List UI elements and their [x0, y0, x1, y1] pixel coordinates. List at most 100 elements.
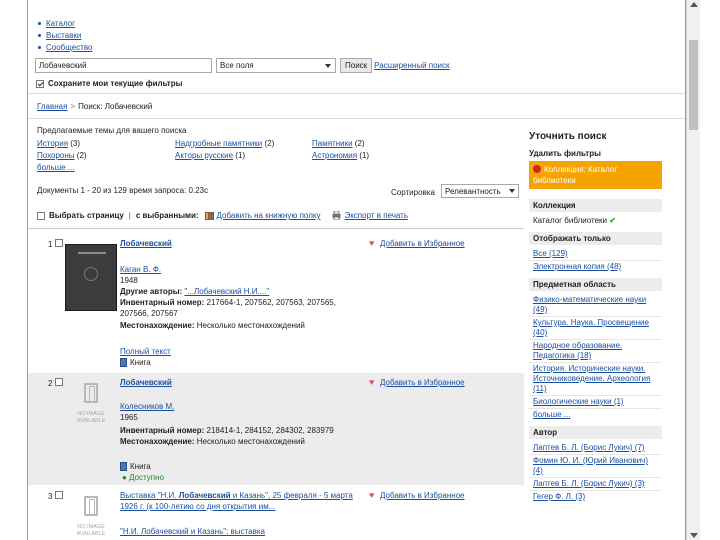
facet-item[interactable]: Все (129) [529, 248, 662, 261]
location-value: Несколько местонахождений [196, 437, 305, 446]
result-year: 1948 [120, 276, 138, 285]
remove-filter-icon[interactable] [533, 165, 541, 173]
topic-link[interactable]: История [37, 139, 68, 148]
advanced-search-link[interactable]: Расширенный поиск [374, 61, 449, 70]
facet-author: Автор Лаптев Б. Л. (Борис Лукич) (7) Фом… [529, 426, 662, 503]
inventory-value: 217664-1, 207562, 207563, 207565, [206, 298, 336, 307]
add-to-shelf-link[interactable]: Добавить на книжную полку [217, 211, 321, 220]
series-title-link[interactable]: "Н.И. Лобачевский и Казань": выставка [120, 527, 265, 536]
remove-filters-title: Удалить фильтры [529, 149, 601, 158]
format-row: Книга [120, 358, 151, 367]
result-checkbox[interactable] [55, 491, 63, 499]
facet-item[interactable]: Каталог библиотеки ✔ [529, 215, 662, 227]
fulltext-link[interactable]: Полный текст [120, 347, 171, 356]
scroll-thumb[interactable] [689, 40, 698, 130]
facet-item[interactable]: Фомин Ю. И. (Юрий Иванович) (4) [529, 455, 662, 478]
location-row: Местонахождение: Несколько местонахожден… [120, 321, 305, 330]
add-favorite-label[interactable]: Добавить в Избранное [380, 378, 465, 387]
facet-item[interactable]: Биологические науки (1) [529, 396, 662, 409]
add-favorite-button[interactable]: ♥ Добавить в Избранное [369, 378, 465, 388]
result-year: 1965 [120, 413, 138, 422]
facet-item[interactable]: Лаптев Б. Л. (Борис Лукич) (7) [529, 442, 662, 455]
result-number: 1 [48, 240, 53, 249]
add-favorite-label[interactable]: Добавить в Избранное [380, 239, 465, 248]
with-selected-label: с выбранными: [135, 211, 199, 220]
scroll-up-arrow-icon[interactable] [690, 2, 698, 7]
no-image-label: NO IMAGE AVAILABLE [76, 524, 106, 537]
export-print-link[interactable]: Экспорт в печать [344, 211, 408, 220]
nav-item-catalog[interactable]: Каталог [36, 18, 92, 30]
result-checkbox[interactable] [55, 378, 63, 386]
facet-item[interactable]: Физико-математические науки (49) [529, 294, 662, 317]
search-button[interactable]: Поиск [340, 58, 373, 73]
facet-heading: Отображать только [529, 232, 662, 245]
book-cover-image[interactable] [65, 244, 117, 311]
facet-item[interactable]: Народное образование. Педагогика (18) [529, 340, 662, 363]
breadcrumb-home[interactable]: Главная [37, 102, 67, 111]
result-number: 3 [48, 492, 53, 501]
result-checkbox[interactable] [55, 239, 63, 247]
result-title-link[interactable]: Лобачевский [120, 378, 172, 387]
result-item: 2 NO IMAGE AVAILABLE Лобачевский ♥ Добави… [28, 373, 524, 485]
select-page-checkbox[interactable] [37, 211, 45, 220]
topic-count: (2) [264, 139, 275, 148]
refine-title: Уточнить поиск [529, 131, 607, 142]
location-row: Местонахождение: Несколько местонахожден… [120, 437, 305, 446]
result-title-link[interactable]: Выставка "Н.И. Лобачевский и Казань", 25… [120, 491, 353, 500]
location-label: Местонахождение: [120, 321, 195, 330]
keep-filters-label: Сохраните мои текущие фильтры [48, 79, 183, 88]
inventory-value-cont: 207566, 207567 [120, 309, 178, 318]
topic-link[interactable]: Астрономия [312, 151, 357, 160]
facet-item-label: Каталог библиотеки [533, 216, 607, 225]
heart-icon: ♥ [369, 238, 375, 248]
facet-item[interactable]: Культура. Наука. Просвещение (40) [529, 317, 662, 340]
no-image-icon [84, 496, 98, 516]
add-favorite-label[interactable]: Добавить в Избранное [380, 491, 465, 500]
title-highlight: Лобачевский [178, 491, 231, 500]
inventory-row: Инвентарный номер: 218414-1, 284152, 284… [120, 426, 334, 435]
checkmark-icon: ✔ [609, 216, 616, 225]
refine-sidebar: Уточнить поиск Удалить фильтры Коллекция… [529, 131, 662, 508]
no-image-placeholder: NO IMAGE AVAILABLE [65, 492, 117, 540]
topic-link[interactable]: Памятники [312, 139, 353, 148]
add-favorite-button[interactable]: ♥ Добавить в Избранное [369, 238, 465, 249]
facet-item[interactable]: Гегер Ф. Л. (3) [529, 491, 662, 503]
format-label: Книга [130, 358, 151, 367]
results-toolbar: Выбрать страницу | с выбранными: Добавит… [37, 211, 523, 220]
vertical-scrollbar[interactable] [686, 0, 700, 540]
add-favorite-button[interactable]: ♥ Добавить в Избранное [369, 491, 465, 501]
nav-item-exhibitions[interactable]: Выставки [36, 30, 92, 42]
topic-link[interactable]: Надгробные памятники [175, 139, 262, 148]
sort-select[interactable]: Релевантность [441, 184, 519, 198]
book-format-icon [120, 462, 127, 471]
topic-item: Памятники (2) [312, 139, 452, 149]
facet-more-link[interactable]: больше ... [529, 409, 662, 421]
topic-count: (1) [235, 151, 246, 160]
other-authors-link[interactable]: "...Лобачевский Н.И...." [184, 287, 269, 296]
result-author-link[interactable]: Колесников М. [120, 402, 174, 411]
search-field-select[interactable]: Все поля [216, 58, 336, 73]
topics-more-link[interactable]: больше ... [37, 163, 74, 172]
facet-show-only: Отображать только Все (129) Электронная … [529, 232, 662, 273]
topic-item: Акторы русские (1) [175, 151, 312, 161]
result-title-link[interactable]: Лобачевский [120, 239, 172, 248]
search-input[interactable]: Лобачевский [35, 58, 212, 73]
title-part: и Казань", 25 февраля - 5 марта [230, 491, 353, 500]
active-filter[interactable]: Коллекция: Каталог библиотеки [529, 161, 662, 189]
facet-item[interactable]: Лаптев Б. Л. (Борис Лукич) (3) [529, 478, 662, 491]
availability-status: ● Доступно [122, 473, 164, 482]
topic-link[interactable]: Похороны [37, 151, 75, 160]
format-label: Книга [130, 462, 151, 471]
facet-item[interactable]: История. Исторические науки. Источникове… [529, 363, 662, 396]
result-title-cont[interactable]: 1926 г. (к 100-летию со дня открытия им.… [120, 502, 275, 511]
inventory-label: Инвентарный номер: [120, 426, 205, 435]
printer-icon [332, 211, 341, 220]
scroll-down-arrow-icon[interactable] [690, 533, 698, 538]
select-page-label[interactable]: Выбрать страницу [49, 211, 124, 220]
topic-link[interactable]: Акторы русские [175, 151, 233, 160]
keep-filters-checkbox[interactable] [36, 79, 44, 88]
format-row: Книга [120, 462, 151, 471]
result-author-link[interactable]: Каган В. Ф. [120, 265, 161, 274]
facet-item[interactable]: Электронная копия (48) [529, 261, 662, 273]
nav-item-community[interactable]: Сообщество [36, 42, 92, 54]
